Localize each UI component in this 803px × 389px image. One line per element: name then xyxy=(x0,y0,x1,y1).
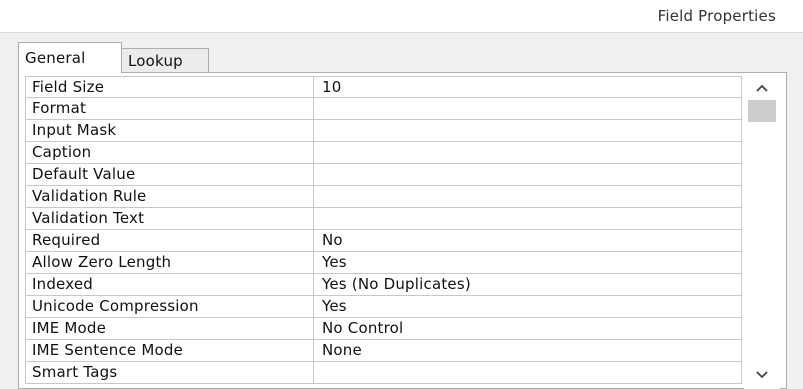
property-value-field[interactable] xyxy=(314,208,742,229)
page-title: Field Properties xyxy=(657,7,776,25)
property-value-field[interactable] xyxy=(314,362,742,383)
property-value-field[interactable] xyxy=(314,164,742,185)
vertical-scrollbar[interactable] xyxy=(744,76,780,389)
property-value-field[interactable] xyxy=(314,142,742,163)
property-name: IME Mode xyxy=(25,318,314,339)
property-value-field[interactable] xyxy=(314,120,742,141)
property-name: Unicode Compression xyxy=(25,296,314,317)
scroll-up-button[interactable] xyxy=(750,78,774,98)
property-row[interactable]: IME Sentence Mode None xyxy=(25,340,742,362)
property-row[interactable]: Input Mask xyxy=(25,120,742,142)
property-row[interactable]: Validation Text xyxy=(25,208,742,230)
property-name: Format xyxy=(25,98,314,119)
property-row[interactable]: Validation Rule xyxy=(25,186,742,208)
property-value-field[interactable]: Yes xyxy=(314,252,742,273)
property-name: Field Size xyxy=(25,77,314,97)
property-name: Validation Text xyxy=(25,208,314,229)
property-value-field[interactable]: Yes xyxy=(314,296,742,317)
property-row[interactable]: Allow Zero Length Yes xyxy=(25,252,742,274)
scroll-thumb[interactable] xyxy=(748,100,776,122)
property-value-field[interactable]: No xyxy=(314,230,742,251)
property-name: Default Value xyxy=(25,164,314,185)
header-bar: Field Properties xyxy=(0,0,803,33)
property-row[interactable]: Unicode Compression Yes xyxy=(25,296,742,318)
property-value-field[interactable]: 10 xyxy=(314,77,742,97)
property-name: Smart Tags xyxy=(25,362,314,383)
scroll-down-button[interactable] xyxy=(750,365,774,385)
property-value-field[interactable] xyxy=(314,98,742,119)
property-value-field[interactable] xyxy=(314,186,742,207)
property-value-field[interactable]: No Control xyxy=(314,318,742,339)
property-row[interactable]: Default Value xyxy=(25,164,742,186)
chevron-down-icon xyxy=(756,371,768,379)
property-row[interactable]: Required No xyxy=(25,230,742,252)
property-name: IME Sentence Mode xyxy=(25,340,314,361)
tab-general[interactable]: General xyxy=(18,42,122,73)
property-name: Input Mask xyxy=(25,120,314,141)
property-row[interactable]: Field Size 10 xyxy=(25,76,742,98)
property-row[interactable]: Indexed Yes (No Duplicates) xyxy=(25,274,742,296)
property-grid: Field Size 10 Format Input Mask Caption Defau… xyxy=(25,76,742,384)
property-name: Validation Rule xyxy=(25,186,314,207)
property-row[interactable]: Smart Tags xyxy=(25,362,742,384)
property-name: Caption xyxy=(25,142,314,163)
property-row[interactable]: Caption xyxy=(25,142,742,164)
chevron-up-icon xyxy=(756,84,768,92)
property-name: Required xyxy=(25,230,314,251)
field-properties-window: Field Properties General Lookup Field Si… xyxy=(0,0,803,389)
property-name: Allow Zero Length xyxy=(25,252,314,273)
property-name: Indexed xyxy=(25,274,314,295)
tab-lookup[interactable]: Lookup xyxy=(121,48,209,73)
property-row[interactable]: IME Mode No Control xyxy=(25,318,742,340)
property-value-field[interactable]: Yes (No Duplicates) xyxy=(314,274,742,295)
property-row[interactable]: Format xyxy=(25,98,742,120)
property-value-field[interactable]: None xyxy=(314,340,742,361)
